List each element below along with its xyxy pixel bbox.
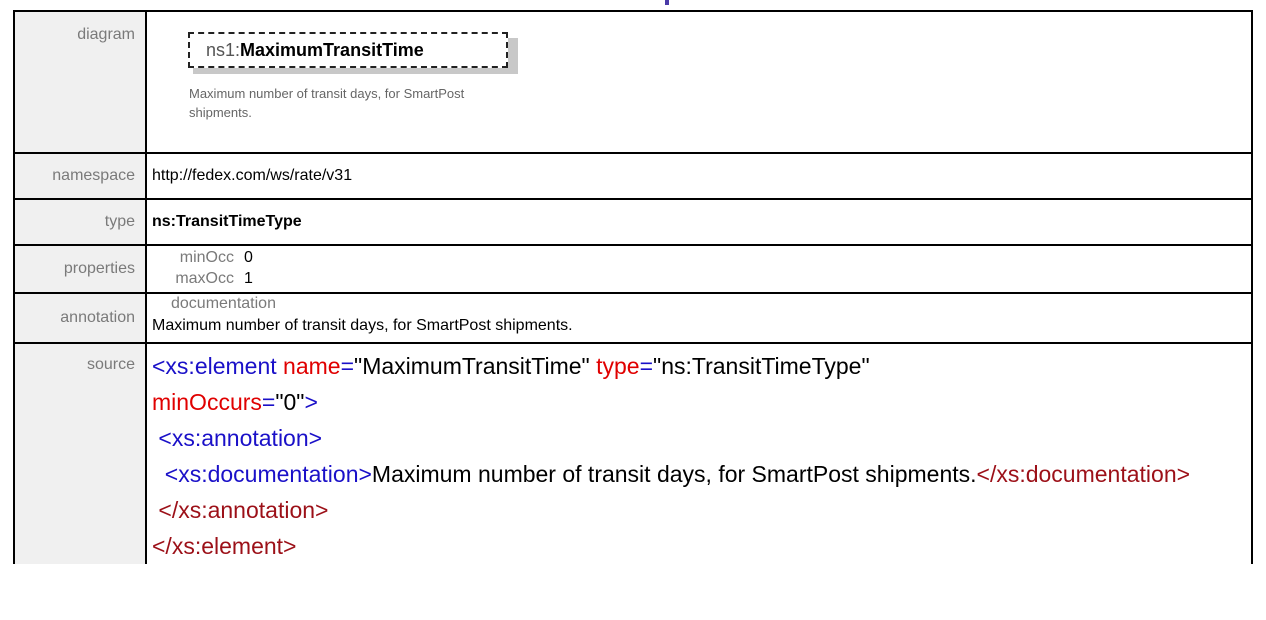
source-equals: =: [639, 353, 654, 379]
element-diagram[interactable]: ns1:MaximumTransitTime: [188, 32, 518, 74]
diagram-row: diagram ns1:MaximumTransitTime Maximum n…: [13, 10, 1253, 154]
property-name: maxOcc: [175, 270, 234, 287]
source-closing-tag: </xs:element>: [152, 533, 297, 559]
source-tag: <xs:annotation>: [158, 425, 323, 451]
source-tag: <xs:documentation>: [164, 461, 372, 487]
source-attribute: type: [596, 353, 640, 379]
source-equals: =: [340, 353, 355, 379]
source-code: <xs:element name="MaximumTransitTime" ty…: [152, 344, 1251, 564]
type-link[interactable]: ns:TransitTimeType: [152, 213, 302, 230]
namespace-value: http://fedex.com/ws/rate/v31: [145, 152, 1253, 200]
property-value: 1: [244, 270, 253, 287]
source-attribute: name: [283, 353, 341, 379]
type-cell: ns:TransitTimeType: [145, 198, 1253, 246]
type-label: type: [13, 198, 147, 246]
annotation-text: Maximum number of transit days, for Smar…: [152, 317, 573, 334]
properties-grid: minOcc 0 maxOcc 1: [152, 247, 1251, 289]
source-closing-tag: </xs:annotation>: [158, 497, 329, 523]
source-attribute: minOccurs: [152, 389, 262, 415]
source-cell: <xs:element name="MaximumTransitTime" ty…: [145, 342, 1253, 564]
diagram-prefix: ns1:: [206, 40, 241, 60]
namespace-label: namespace: [13, 152, 147, 200]
properties-cell: minOcc 0 maxOcc 1: [145, 244, 1253, 294]
source-equals: =: [261, 389, 276, 415]
source-row: source <xs:element name="MaximumTransitT…: [13, 342, 1253, 564]
section-marker: [665, 0, 669, 5]
properties-label: properties: [13, 244, 147, 294]
source-attribute-value: "MaximumTransitTime": [354, 353, 590, 379]
annotation-row: annotation documentation Maximum number …: [13, 292, 1253, 344]
property-value: 0: [244, 249, 253, 266]
type-row: type ns:TransitTimeType: [13, 198, 1253, 246]
source-bracket: >: [304, 389, 318, 415]
annotation-label: annotation: [13, 292, 147, 344]
source-tag: <xs:element: [152, 353, 277, 379]
diagram-element-box[interactable]: ns1:MaximumTransitTime: [188, 32, 508, 68]
annotation-heading: documentation: [171, 295, 276, 312]
diagram-element-name: MaximumTransitTime: [240, 40, 424, 60]
property-name: minOcc: [179, 249, 234, 266]
diagram-documentation: Maximum number of transit days, for Smar…: [189, 86, 465, 120]
source-text: Maximum number of transit days, for Smar…: [371, 461, 977, 487]
source-attribute-value: "0": [275, 389, 305, 415]
source-label: source: [13, 342, 147, 564]
source-closing-tag: </xs:documentation>: [976, 461, 1191, 487]
diagram-label: diagram: [13, 10, 147, 154]
properties-row: properties minOcc 0 maxOcc 1: [13, 244, 1253, 294]
source-attribute-value: "ns:TransitTimeType": [653, 353, 870, 379]
namespace-row: namespace http://fedex.com/ws/rate/v31: [13, 152, 1253, 200]
element-documentation-table: diagram ns1:MaximumTransitTime Maximum n…: [13, 10, 1253, 564]
annotation-cell: documentation Maximum number of transit …: [145, 292, 1253, 344]
diagram-cell: ns1:MaximumTransitTime Maximum number of…: [145, 10, 1253, 154]
